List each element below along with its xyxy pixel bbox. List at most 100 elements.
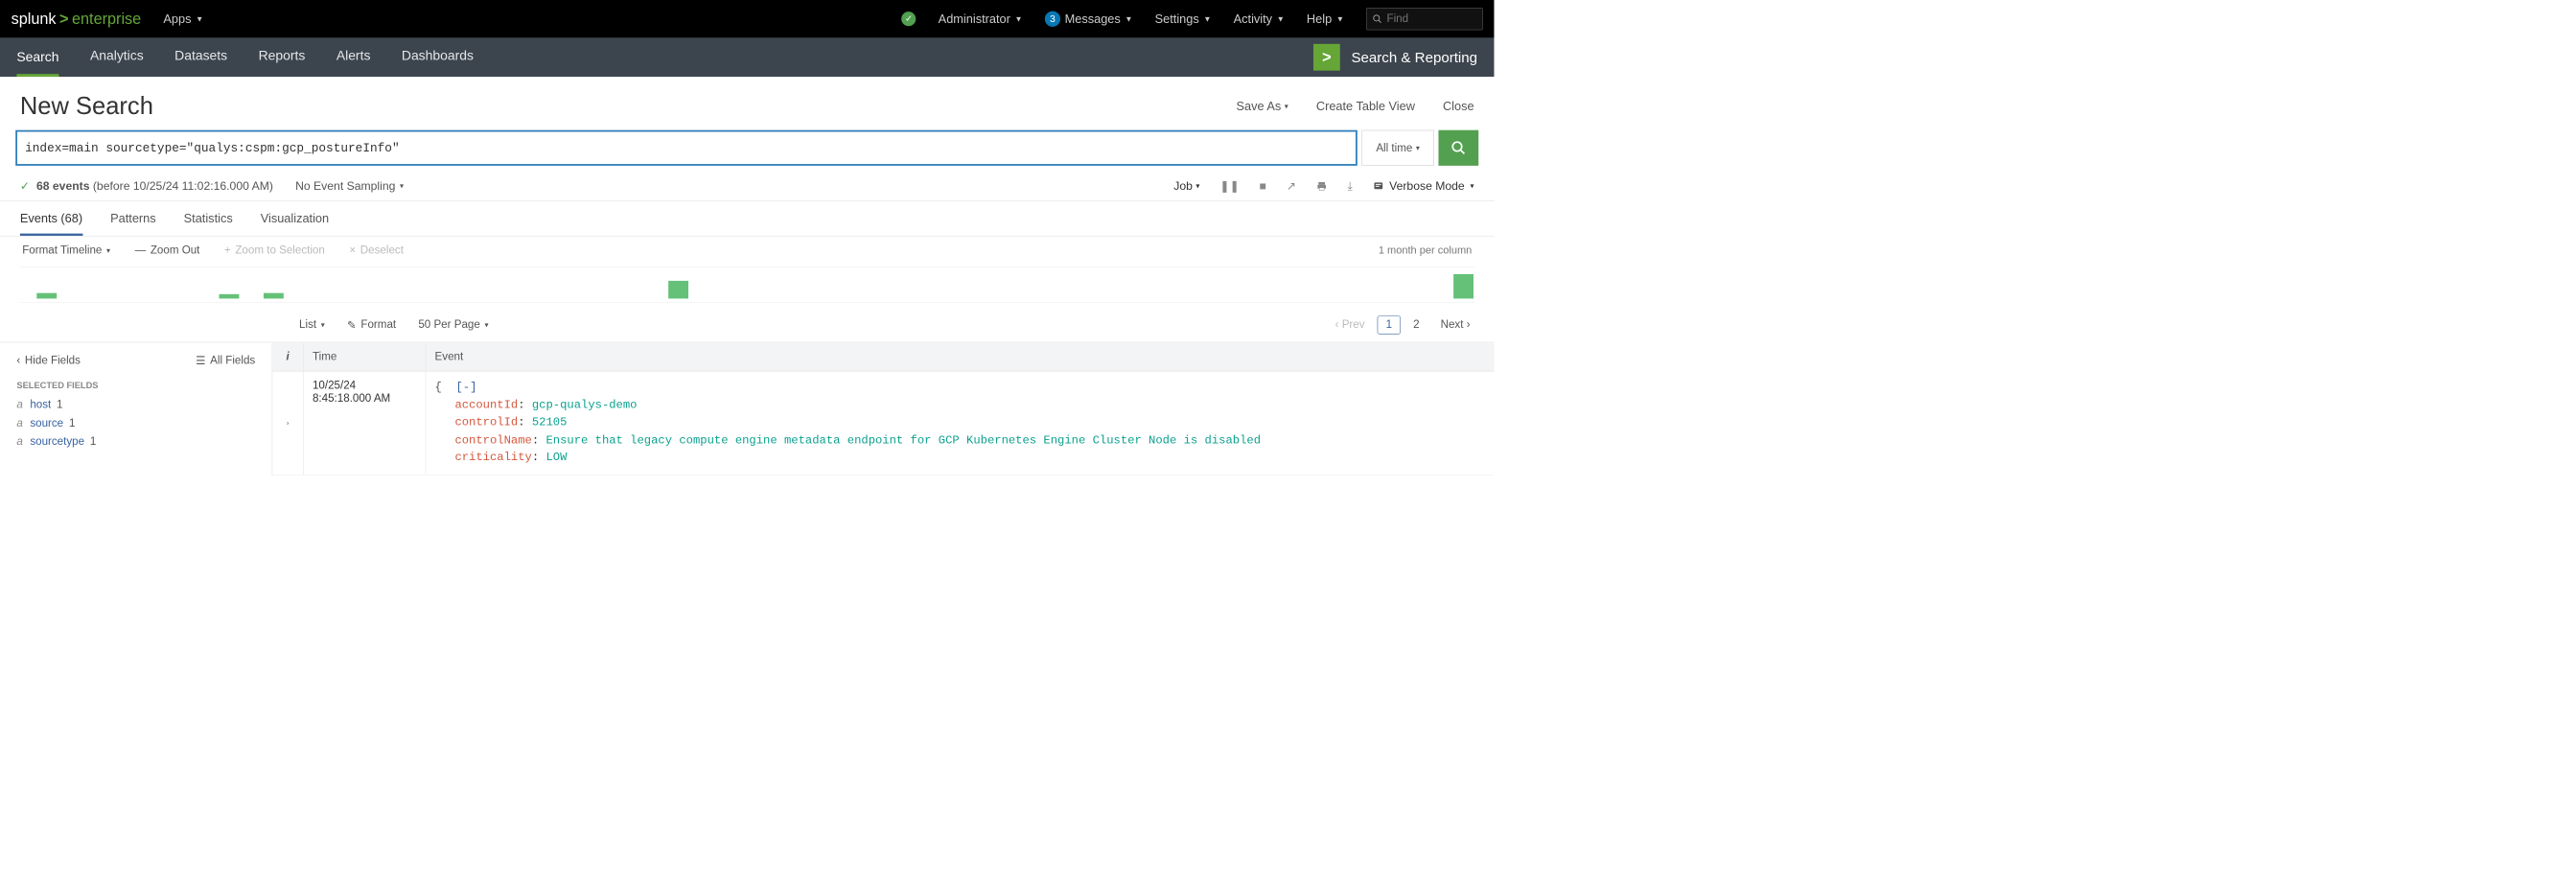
run-search-button[interactable] [1438, 130, 1478, 166]
nav-datasets[interactable]: Datasets [174, 48, 227, 66]
chevron-down-icon: ▾ [1285, 102, 1288, 111]
hide-fields-button[interactable]: ‹ Hide Fields [16, 354, 81, 366]
tab-patterns[interactable]: Patterns [110, 211, 156, 236]
app-title: > Search & Reporting [1313, 44, 1477, 71]
settings-menu[interactable]: Settings ▼ [1155, 12, 1212, 26]
page-2-button[interactable]: 2 [1404, 315, 1427, 334]
tab-visualization[interactable]: Visualization [261, 211, 329, 236]
json-key: controlId [454, 416, 518, 429]
tab-statistics[interactable]: Statistics [184, 211, 233, 236]
chevron-left-icon: ‹ [16, 354, 20, 366]
timeline-bar[interactable] [1453, 274, 1474, 299]
search-row: All time ▾ [0, 130, 1494, 177]
event-json[interactable]: { [-] accountId: gcp-qualys-demo control… [426, 371, 1494, 475]
find-text[interactable] [1387, 12, 1535, 25]
search-reporting-icon: > [1313, 44, 1340, 71]
selected-fields-heading: Selected Fields [16, 381, 255, 390]
events-table: i Time Event › 10/25/24 8:45:18.000 AM {… [272, 342, 1494, 476]
apps-menu[interactable]: Apps ▼ [163, 12, 203, 26]
help-menu[interactable]: Help ▼ [1307, 12, 1344, 26]
all-fields-button[interactable]: ☰ All Fields [196, 354, 255, 368]
search-mode-menu[interactable]: Verbose Mode ▾ [1373, 179, 1474, 193]
administrator-menu[interactable]: Administrator ▼ [939, 12, 1023, 26]
list-label: List [299, 318, 316, 331]
nav-search[interactable]: Search [16, 38, 58, 77]
chevron-down-icon: ▼ [1014, 14, 1022, 23]
activity-menu[interactable]: Activity ▼ [1234, 12, 1285, 26]
stop-icon[interactable]: ■ [1260, 179, 1266, 193]
field-item-source[interactable]: a source 1 [16, 417, 255, 429]
json-collapse-toggle[interactable]: [-] [456, 382, 477, 394]
print-icon[interactable] [1316, 180, 1328, 192]
zoom-sel-label: Zoom to Selection [235, 244, 324, 257]
pause-icon[interactable]: ❚❚ [1219, 179, 1239, 194]
field-count: 1 [90, 435, 96, 448]
field-name: source [30, 417, 63, 429]
search-input-wrap[interactable] [15, 130, 1358, 166]
expand-row-button[interactable]: › [272, 371, 303, 475]
timeline-controls: Format Timeline ▾ — Zoom Out + Zoom to S… [0, 237, 1494, 266]
chevron-right-icon: › [287, 419, 290, 428]
page-1-button[interactable]: 1 [1378, 315, 1401, 334]
format-row: List ▾ ✎ Format 50 Per Page ▾ ‹ Prev 1 2… [0, 308, 1494, 341]
nav-analytics[interactable]: Analytics [90, 48, 144, 66]
format-timeline-menu[interactable]: Format Timeline ▾ [22, 244, 110, 257]
create-table-view-button[interactable]: Create Table View [1316, 99, 1415, 113]
tab-events[interactable]: Events (68) [20, 211, 82, 236]
chevron-down-icon: ▾ [1195, 181, 1199, 191]
fields-pane: ‹ Hide Fields ☰ All Fields Selected Fiel… [0, 342, 272, 476]
pencil-icon: ✎ [347, 318, 357, 333]
check-icon: ✓ [20, 179, 30, 192]
timeline-bar[interactable] [220, 294, 240, 299]
format-button[interactable]: ✎ Format [347, 318, 396, 333]
search-input[interactable] [25, 141, 1348, 155]
next-button[interactable]: Next › [1432, 315, 1478, 334]
field-type-icon: a [16, 399, 24, 411]
field-item-host[interactable]: a host 1 [16, 399, 255, 411]
prev-label: Prev [1342, 318, 1365, 331]
help-label: Help [1307, 12, 1332, 26]
messages-menu[interactable]: 3 Messages ▼ [1045, 12, 1133, 27]
chevron-left-icon: ‹ [1335, 318, 1339, 331]
status-indicator[interactable]: ✓ [901, 12, 916, 26]
nav-reports[interactable]: Reports [259, 48, 306, 66]
export-icon[interactable]: ⤓ [1347, 179, 1352, 193]
col-time-header[interactable]: Time [304, 342, 427, 371]
time-range-picker[interactable]: All time ▾ [1361, 130, 1433, 166]
deselect-button: × Deselect [349, 244, 404, 257]
zoom-out-button[interactable]: — Zoom Out [135, 244, 200, 257]
timeline-bar[interactable] [264, 293, 284, 299]
nav-dashboards[interactable]: Dashboards [402, 48, 474, 66]
close-button[interactable]: Close [1443, 99, 1474, 113]
events-head: i Time Event [272, 342, 1494, 371]
chevron-down-icon: ▼ [1336, 14, 1344, 23]
job-menu[interactable]: Job ▾ [1173, 179, 1199, 193]
find-input[interactable] [1366, 8, 1483, 30]
json-value: 52105 [532, 416, 568, 429]
result-tabs: Events (68) Patterns Statistics Visualiz… [0, 201, 1494, 237]
event-sampling-menu[interactable]: No Event Sampling ▾ [295, 179, 404, 193]
timeline-chart[interactable] [19, 267, 1475, 302]
chevron-down-icon: ▾ [106, 245, 110, 255]
brand-logo: splunk > enterprise [12, 10, 142, 28]
json-value: Ensure that legacy compute engine metada… [545, 434, 1261, 447]
timeline-bar[interactable] [668, 281, 688, 299]
nav-alerts[interactable]: Alerts [337, 48, 371, 66]
list-icon: ☰ [196, 354, 205, 368]
save-as-menu[interactable]: Save As ▾ [1236, 99, 1288, 113]
event-row: › 10/25/24 8:45:18.000 AM { [-] accountI… [272, 371, 1494, 475]
share-icon[interactable]: ↗ [1287, 179, 1296, 194]
apps-label: Apps [163, 12, 191, 26]
event-time: 10/25/24 8:45:18.000 AM [304, 371, 427, 475]
event-count: ✓ 68 events (before 10/25/24 11:02:16.00… [20, 179, 273, 194]
chevron-right-icon: › [1467, 318, 1471, 331]
timeline-scale-label: 1 month per column [1379, 244, 1472, 257]
field-count: 1 [69, 417, 75, 429]
per-page-menu[interactable]: 50 Per Page ▾ [418, 318, 488, 331]
field-type-icon: a [16, 435, 24, 448]
results-area: ‹ Hide Fields ☰ All Fields Selected Fiel… [0, 342, 1494, 476]
timeline-bar[interactable] [36, 293, 57, 299]
display-list-menu[interactable]: List ▾ [299, 318, 325, 331]
field-type-icon: a [16, 417, 24, 429]
field-item-sourcetype[interactable]: a sourcetype 1 [16, 435, 255, 448]
